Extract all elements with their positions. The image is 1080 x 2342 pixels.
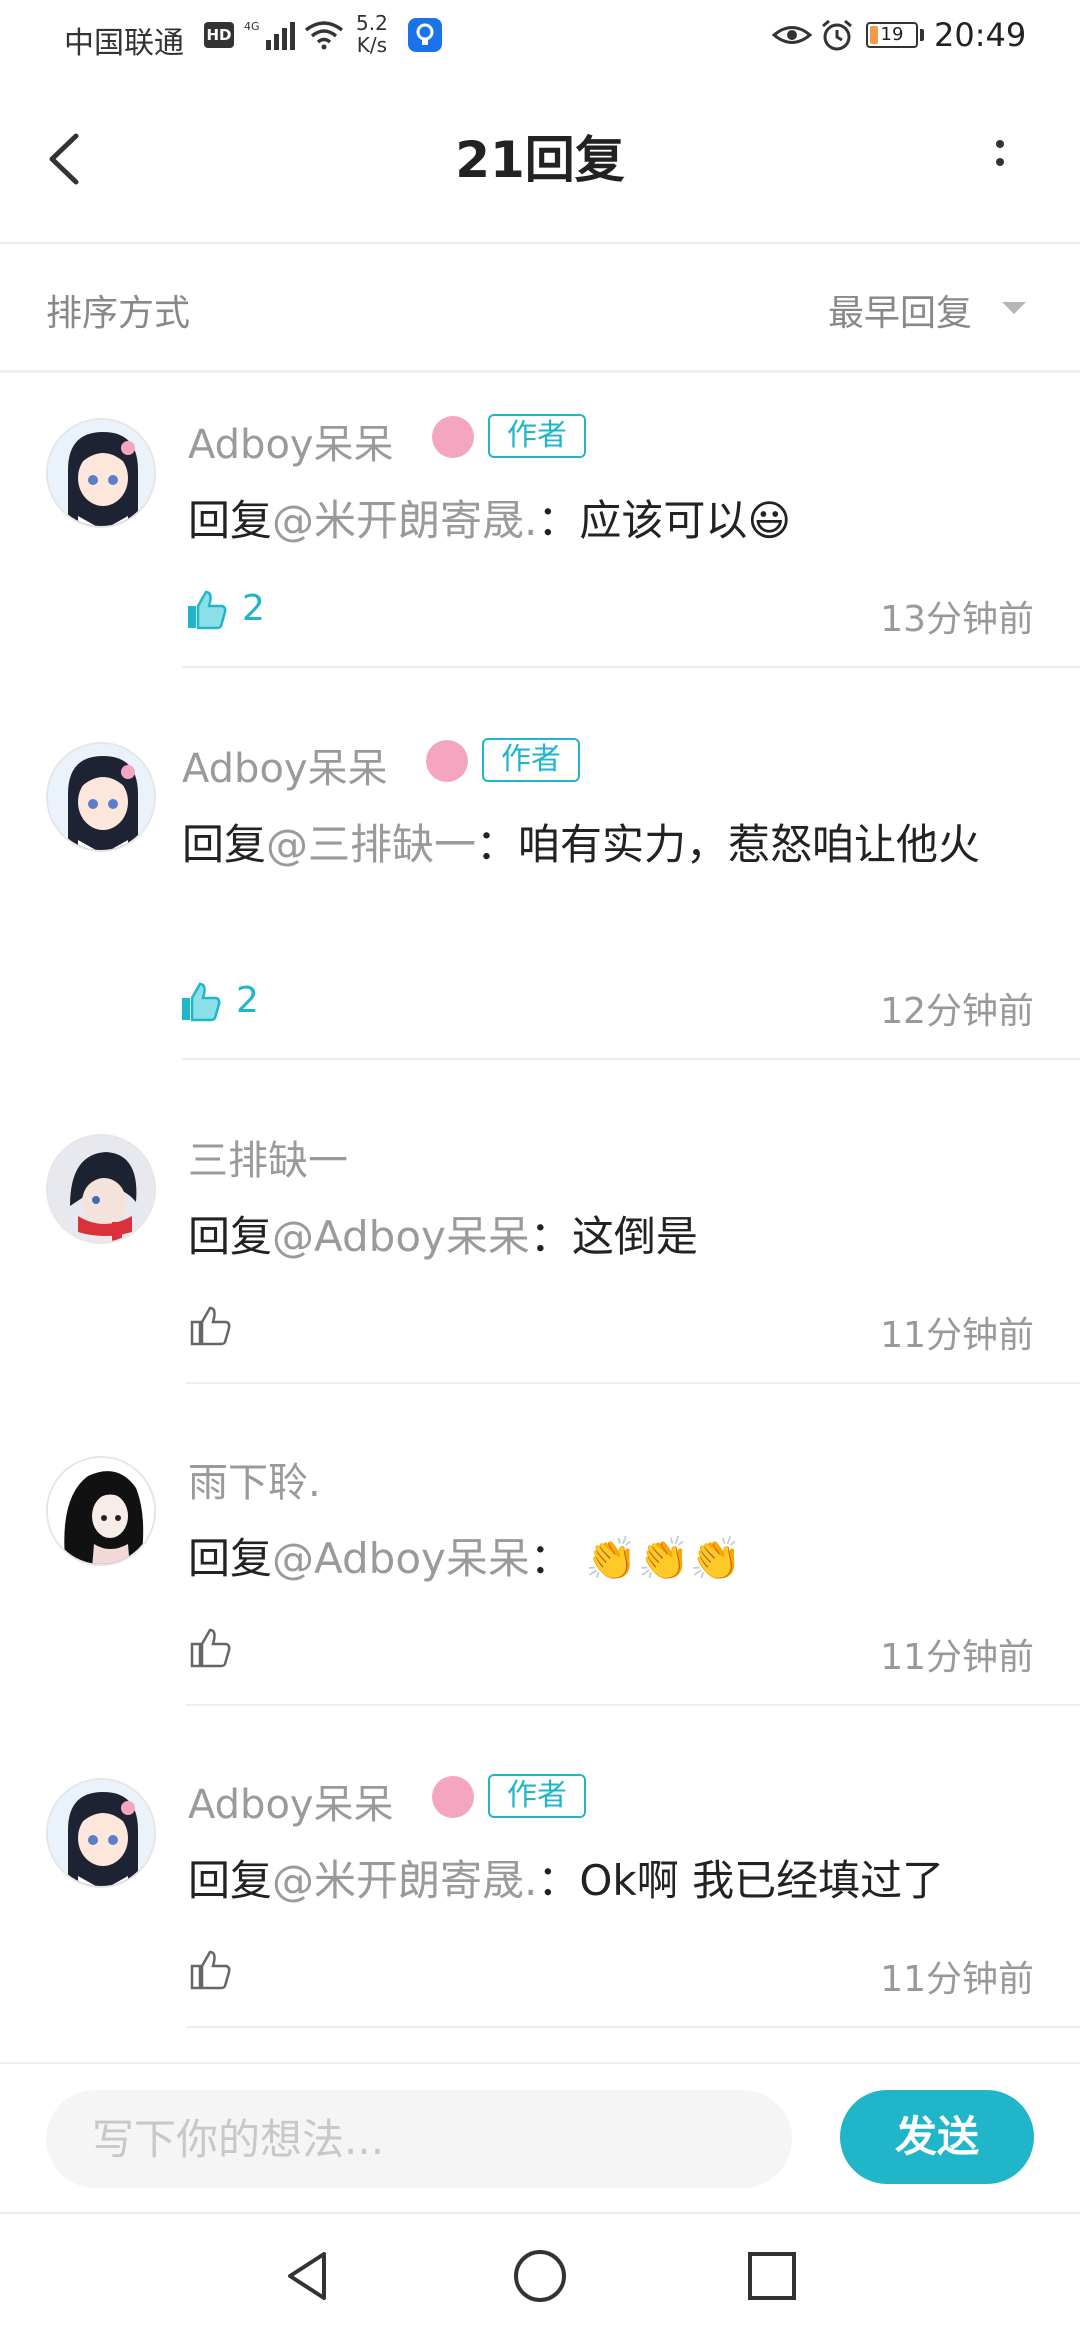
list-item: Adboy呆呆 作者 回复@米开朗寄晟.：应该可以😃 2 13分钟前 <box>0 370 1080 670</box>
reply-prefix: 回复 <box>188 496 273 545</box>
carrier-label: 中国联通 <box>64 26 184 61</box>
reply-input[interactable] <box>46 2090 792 2188</box>
comment-body: ：这倒是 <box>529 1212 698 1261</box>
send-button[interactable]: 发送 <box>840 2090 1034 2184</box>
reply-bar: 发送 <box>0 2062 1080 2214</box>
thumbs-up-icon[interactable] <box>186 1946 234 1994</box>
comment-body: ：Ok啊 我已经填过了 <box>537 1856 945 1905</box>
mention-link[interactable]: @Adboy呆呆 <box>272 1212 530 1261</box>
circle-home-icon[interactable] <box>510 2246 570 2306</box>
comment-text[interactable]: 回复@米开朗寄晟.：Ok啊 我已经填过了 <box>188 1848 1068 1914</box>
timestamp: 11分钟前 <box>880 1315 1034 1356</box>
battery-percent: 19 <box>880 24 904 45</box>
author-badge: 作者 <box>488 1774 586 1818</box>
alarm-icon <box>822 19 852 51</box>
signal-icon: 4G <box>244 20 295 50</box>
divider <box>186 1382 1080 1384</box>
thumbs-up-icon[interactable] <box>186 1624 234 1672</box>
comment-text[interactable]: 回复@Adboy呆呆：这倒是 <box>188 1204 1068 1270</box>
battery-tip <box>920 29 924 41</box>
caret-down-icon[interactable] <box>1002 302 1026 314</box>
level-badge-icon <box>432 1776 474 1818</box>
sort-bar: 排序方式 最早回复 <box>0 244 1080 373</box>
mention-link[interactable]: @米开朗寄晟. <box>272 496 537 545</box>
wifi-icon <box>304 21 344 50</box>
sort-label: 排序方式 <box>46 293 191 334</box>
comment-text[interactable]: 回复@三排缺一：咱有实力，惹怒咱让他火 <box>182 812 1018 878</box>
divider <box>182 1058 1080 1060</box>
avatar[interactable] <box>46 1456 156 1566</box>
clock: 20:49 <box>934 16 1027 54</box>
thumbs-up-icon[interactable] <box>176 978 224 1026</box>
thumbs-up-icon[interactable] <box>186 1302 234 1350</box>
comment-text[interactable]: 回复@米开朗寄晟.：应该可以😃 <box>188 488 1068 554</box>
divider <box>186 2026 1080 2028</box>
timestamp: 11分钟前 <box>880 1959 1034 2000</box>
username[interactable]: Adboy呆呆 <box>188 1772 394 1830</box>
like-count: 2 <box>236 980 259 1021</box>
username[interactable]: 三排缺一 <box>188 1128 348 1186</box>
reply-prefix: 回复 <box>188 1212 273 1261</box>
battery-icon: 19 <box>866 22 918 48</box>
avatar[interactable] <box>46 418 156 528</box>
comment-body: ： 👏👏👏 <box>529 1534 743 1583</box>
list-item: 雨下聆. 回复@Adboy呆呆： 👏👏👏 11分钟前 <box>0 1388 1080 1712</box>
more-vertical-icon[interactable] <box>980 124 1020 198</box>
like-count: 2 <box>242 588 265 629</box>
level-badge-icon <box>432 416 474 458</box>
eye-comfort-icon <box>772 26 812 44</box>
sort-dropdown[interactable]: 最早回复 <box>828 284 972 336</box>
comment-body: ：咱有实力，惹怒咱让他火 <box>476 820 981 869</box>
avatar[interactable] <box>46 742 156 852</box>
list-item: Adboy呆呆 作者 回复@三排缺一：咱有实力，惹怒咱让他火 2 12分钟前 <box>0 694 1080 1066</box>
triangle-back-icon[interactable] <box>278 2246 338 2306</box>
mention-link[interactable]: @米开朗寄晟. <box>272 1856 537 1905</box>
divider <box>182 666 1080 668</box>
level-badge-icon <box>426 740 468 782</box>
reply-prefix: 回复 <box>182 820 267 869</box>
timestamp: 11分钟前 <box>880 1637 1034 1678</box>
mention-link[interactable]: @Adboy呆呆 <box>272 1534 530 1583</box>
divider <box>186 1704 1080 1706</box>
thumbs-up-icon[interactable] <box>182 586 230 634</box>
page-title: 21回复 <box>455 131 625 189</box>
username[interactable]: 雨下聆. <box>188 1450 321 1508</box>
author-badge: 作者 <box>482 738 580 782</box>
system-nav-bar <box>0 2212 1080 2342</box>
avatar[interactable] <box>46 1778 156 1888</box>
status-bar: 中国联通 HD 4G 5.2 K/s 19 20:49 <box>0 0 1080 80</box>
square-recents-icon[interactable] <box>742 2246 802 2306</box>
author-badge: 作者 <box>488 414 586 458</box>
timestamp: 12分钟前 <box>880 991 1034 1032</box>
username[interactable]: Adboy呆呆 <box>182 736 388 794</box>
comment-body: ：应该可以😃 <box>537 496 792 545</box>
svg-text:4G: 4G <box>244 20 260 33</box>
list-item: Adboy呆呆 作者 回复@米开朗寄晟.：Ok啊 我已经填过了 11分钟前 <box>0 1712 1080 2040</box>
app-notification-icon <box>408 18 442 52</box>
top-app-bar: 21回复 <box>0 80 1080 244</box>
avatar[interactable] <box>46 1134 156 1244</box>
username[interactable]: Adboy呆呆 <box>188 412 394 470</box>
network-speed: 5.2 K/s <box>356 11 388 57</box>
mention-link[interactable]: @三排缺一 <box>266 820 476 869</box>
timestamp: 13分钟前 <box>880 599 1034 640</box>
hd-icon: HD <box>204 22 234 48</box>
reply-prefix: 回复 <box>188 1534 273 1583</box>
list-item: 三排缺一 回复@Adboy呆呆：这倒是 11分钟前 <box>0 1066 1080 1388</box>
comment-text[interactable]: 回复@Adboy呆呆： 👏👏👏 <box>188 1526 1068 1592</box>
reply-prefix: 回复 <box>188 1856 273 1905</box>
